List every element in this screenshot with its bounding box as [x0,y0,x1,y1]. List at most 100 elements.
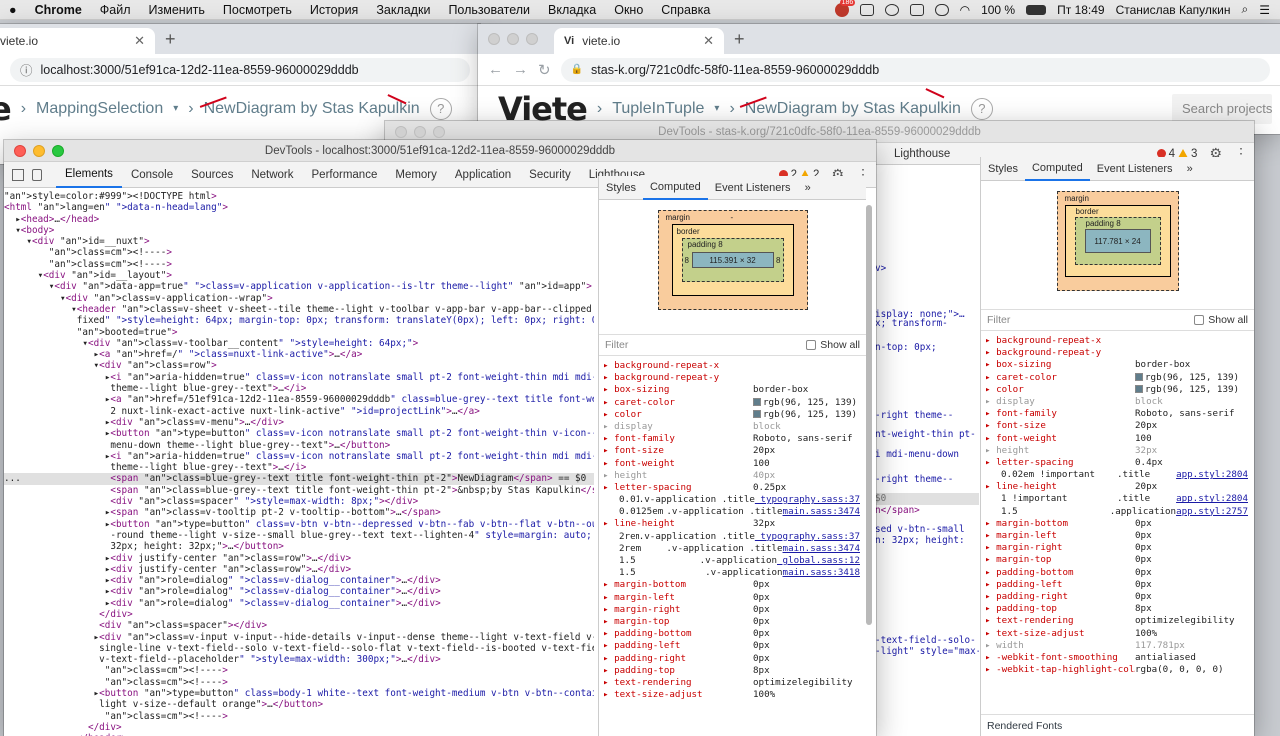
close-tab-icon[interactable]: ✕ [134,33,145,49]
dom-line[interactable]: "an">class=cm"><!----> [4,711,594,722]
dom-line[interactable]: ▾<div "an">id=__nuxt"> [4,236,594,247]
device-toolbar-icon[interactable] [32,168,42,181]
dom-line[interactable]: ▸<span "an">class=v-tooltip pt-2 v-toolt… [4,507,594,518]
browser-tab-active[interactable]: Vi viete.io ✕ [554,28,724,54]
computed-property-row[interactable]: ▸ box-sizing border-box [981,359,1254,371]
color-swatch-icon[interactable] [1135,372,1143,381]
help-icon[interactable]: ? [970,97,993,120]
tab-performance[interactable]: Performance [303,162,387,188]
dom-line[interactable]: "an">class=cm"><!----> [4,677,594,688]
computed-trace-row[interactable]: 0.0125em !important.v-application .title… [599,494,866,506]
dom-line[interactable]: ▾<div "an">class=row"> [4,360,594,371]
computed-property-row[interactable]: ▸ padding-left 0px [981,579,1254,591]
dom-line[interactable]: "an">style=color:#999"><!DOCTYPE html> [4,191,594,202]
dom-line[interactable]: "an">class=cm"><!----> [4,665,594,676]
close-window-button[interactable] [395,125,407,138]
dom-line[interactable]: ▾<header "an">class=v-sheet v-sheet--til… [4,304,594,315]
dom-line[interactable]: ▸<i "an">aria-hidden=true" class=v-icon … [4,451,594,462]
tab-security[interactable]: Security [520,162,580,188]
computed-property-row[interactable]: ▸ text-rendering optimizelegibility [599,677,866,689]
source-link[interactable]: _global.sass:12 [777,555,866,567]
computed-property-row[interactable]: ▸ display block [981,396,1254,408]
computed-property-row[interactable]: ▸ text-size-adjust 100% [599,689,866,701]
computed-property-row[interactable]: ▸ box-sizing border-box [599,384,866,396]
source-link[interactable]: _typography.sass:37 [755,531,866,543]
source-link[interactable]: main.sass:3474 [783,506,866,518]
computed-property-row[interactable]: ▸ font-weight 100 [981,433,1254,445]
dom-line[interactable]: "an">booted=true"> [4,327,594,338]
computed-property-row[interactable]: ▸ font-family Roboto, sans-serif [981,408,1254,420]
tab-lighthouse[interactable]: Lighthouse [885,141,959,167]
menu-history[interactable]: История [301,3,367,17]
apple-icon[interactable]: ● [0,3,26,17]
dom-line[interactable]: ▸<div justify-center "an">class=row">…</… [4,564,594,575]
dom-line[interactable]: ▸<div "an">class=v-input v-input--hide-d… [4,632,594,643]
dom-line[interactable]: ▸<div "an">role=dialog" ">class=v-dialog… [4,598,594,609]
computed-property-row[interactable]: ▸ letter-spacing 0.25px [599,482,866,494]
dom-line[interactable]: ▾<div "an">data-app=true" ">class=v-appl… [4,281,594,292]
computed-property-row[interactable]: ▸ background-repeat-y [981,347,1254,359]
dom-line[interactable]: ▸<head>…</head> [4,214,594,225]
computed-property-row[interactable]: ▸ font-family Roboto, sans-serif [599,433,866,445]
search-icon[interactable]: ⌕ [1242,2,1249,17]
computed-property-row[interactable]: ▸ padding-top 8px [599,665,866,677]
search-projects-input[interactable]: Search projects [1172,93,1272,124]
computed-scrollbar[interactable] [866,205,872,625]
control-center-icon[interactable]: ☰ [1259,3,1270,17]
dom-line[interactable]: v-text-field--placeholder" ">style=max-w… [4,654,594,665]
menu-view[interactable]: Посмотреть [214,3,301,17]
computed-trace-row[interactable]: 1.5 .v-application _global.sass:12 [599,555,866,567]
tab-event-listeners[interactable]: Event Listeners [1090,157,1180,181]
computed-property-row[interactable]: ▸ margin-right 0px [599,604,866,616]
computed-property-row[interactable]: ▸ -webkit-tap-highlight-col… rgba(0, 0, 0… [981,664,1254,676]
dom-line[interactable]: ▸<div "an">role=dialog" ">class=v-dialog… [4,575,594,586]
tab-styles[interactable]: Styles [599,176,643,200]
tab-event-listeners[interactable]: Event Listeners [708,176,798,200]
dom-line[interactable]: ▸<div "an">role=dialog" ">class=v-dialog… [4,586,594,597]
dom-line[interactable]: single-line v-text-field--solo v-text-fi… [4,643,594,654]
dom-line[interactable]: ... <span "an">class=blue-grey--text tit… [4,473,594,485]
dom-line[interactable]: </div> [4,722,594,733]
dom-line[interactable]: menu-down theme--light blue-grey--text">… [4,440,594,451]
wifi-icon[interactable]: ◠ [960,3,970,17]
show-all-checkbox[interactable] [1194,315,1205,325]
address-bar[interactable]: 🔒 stas-k.org/721c0dfc-58f0-11ea-8559-960… [560,57,1270,82]
menu-window[interactable]: Окно [605,3,652,17]
computed-property-row[interactable]: ▸ margin-bottom 0px [981,518,1254,530]
source-link[interactable]: app.styl:2804 [1176,469,1254,481]
info-icon[interactable]: ⓘ [20,60,33,79]
color-swatch-icon[interactable] [1135,384,1143,393]
close-window-button[interactable] [488,33,500,45]
computed-property-row[interactable]: ▸ text-rendering optimizelegibility [981,615,1254,627]
tab-application[interactable]: Application [446,162,520,188]
dom-line[interactable]: ▸<a "an">href=/51ef91ca-12d2-11ea-8559-9… [4,394,594,405]
dom-line[interactable]: ▾<div "an">class=v-toolbar__content" ">s… [4,338,594,349]
dom-line[interactable]: theme--light blue-grey--text">…</i> [4,462,594,473]
forward-icon[interactable]: → [513,61,528,78]
filter-input[interactable]: Filter [987,314,1010,326]
computed-property-row[interactable]: ▸ padding-right 0px [981,591,1254,603]
dom-line[interactable]: -round theme--light v-size--small blue-g… [4,530,594,541]
show-all-checkbox[interactable] [806,340,817,350]
computed-property-row[interactable]: ▸ margin-bottom 0px [599,579,866,591]
computed-property-row[interactable]: ▸ margin-top 0px [981,554,1254,566]
computed-trace-row[interactable]: 2rem .v-application .title main.sass:3474 [599,543,866,555]
dom-line[interactable]: ▸<div "an">class=v-menu">…</div> [4,417,594,428]
computed-property-row[interactable]: ▸ font-weight 100 [599,458,866,470]
minimize-window-button[interactable] [414,125,426,138]
box-content[interactable]: 115.391 × 32 [691,252,774,268]
menu-edit[interactable]: Изменить [140,3,214,17]
computed-trace-row[interactable]: 0.02em !important .title app.styl:2804 [981,469,1254,481]
dom-line[interactable]: fixed" ">style=height: 64px; margin-top:… [4,315,594,326]
tab-computed[interactable]: Computed [1024,157,1090,181]
color-swatch-icon[interactable] [753,409,761,418]
computed-property-row[interactable]: ▸ font-size 20px [981,420,1254,432]
menu-file[interactable]: Файл [91,3,140,17]
menu-down-icon[interactable]: ▾ [173,103,178,114]
computed-property-row[interactable]: ▸ width 117.781px [981,640,1254,652]
dom-line[interactable]: light v-size--default orange">…</button> [4,699,594,710]
glasses-icon[interactable] [934,3,949,16]
show-all-toggle[interactable]: Show all [806,339,860,351]
dom-line[interactable]: <div "an">class=spacer" ">style=max-widt… [4,496,594,507]
user-name[interactable]: Станислав Капулкин [1116,3,1231,17]
